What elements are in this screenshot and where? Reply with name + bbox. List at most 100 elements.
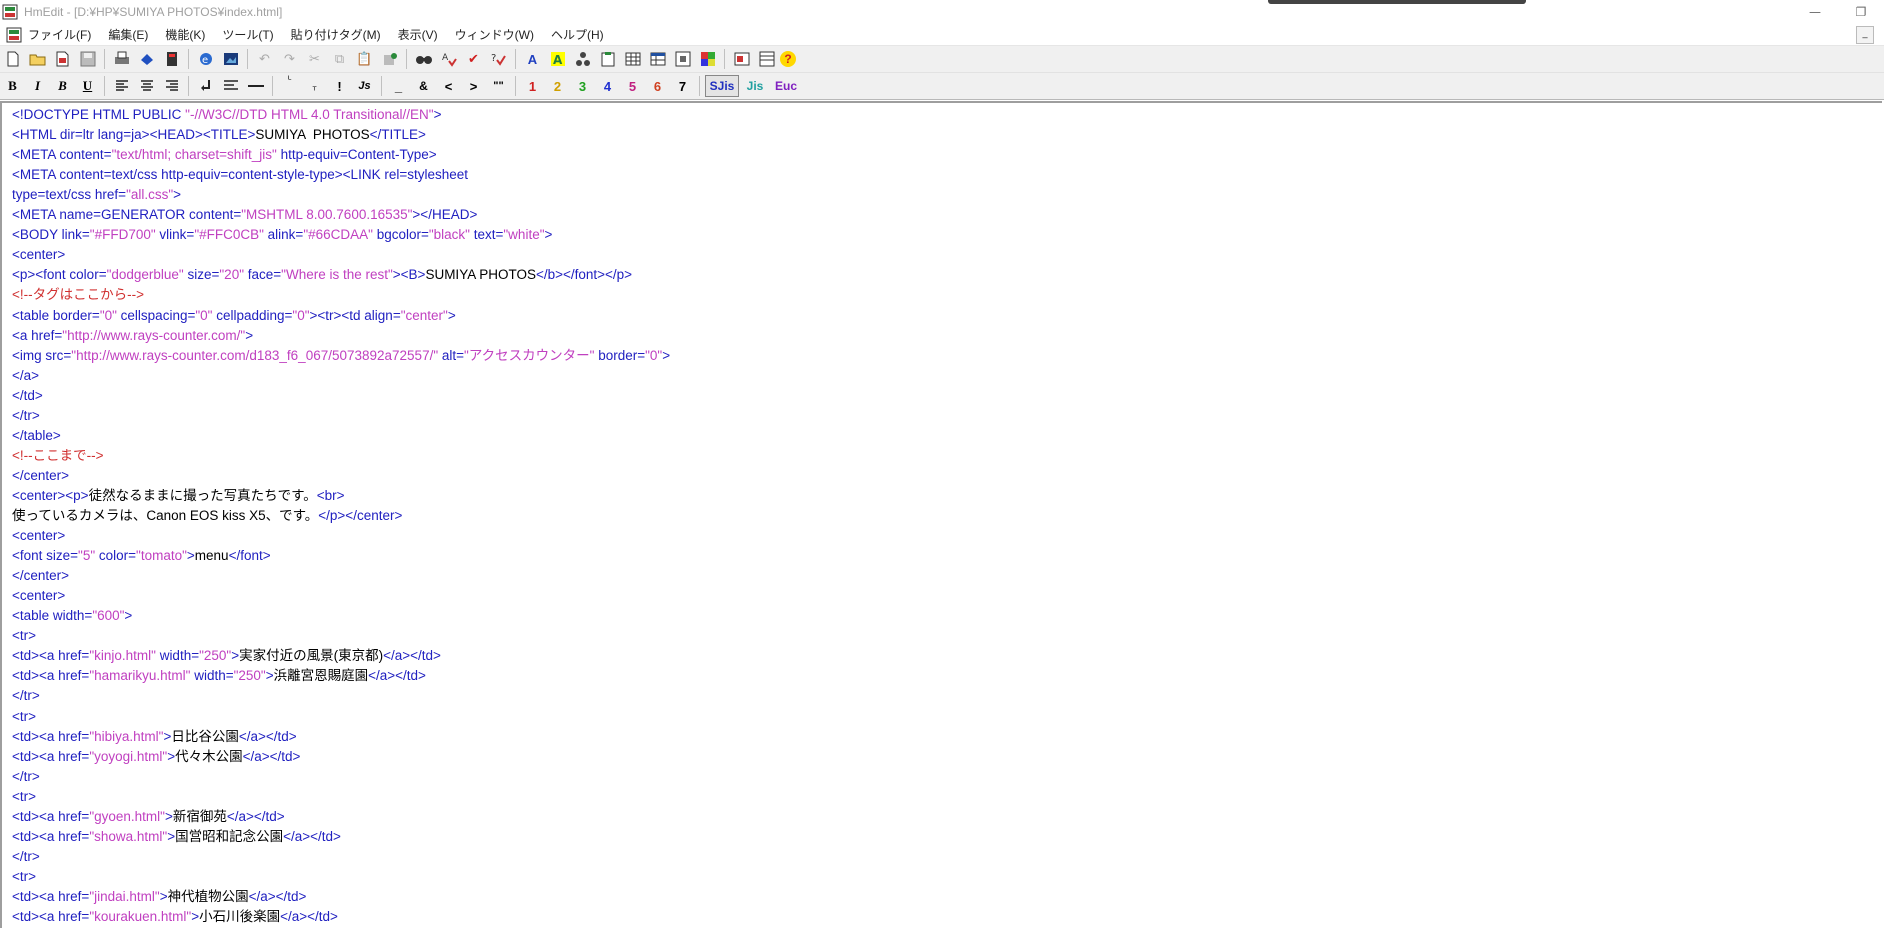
- calculator-icon[interactable]: [160, 48, 183, 70]
- code-line[interactable]: <center>: [12, 245, 65, 265]
- javascript-button[interactable]: Js: [353, 75, 376, 97]
- clipboard-icon[interactable]: [596, 48, 619, 70]
- highlight-icon[interactable]: A: [546, 48, 569, 70]
- code-line[interactable]: <td><a href="kourakuen.html">小石川後楽園</a><…: [12, 907, 338, 927]
- encoding-jis-button[interactable]: Jis: [741, 75, 769, 97]
- help-icon[interactable]: ?: [780, 51, 796, 67]
- code-line[interactable]: <tr>: [12, 626, 36, 646]
- code-line[interactable]: </tr>: [12, 767, 40, 787]
- find-icon[interactable]: [412, 48, 435, 70]
- superscript-icon[interactable]: ᴸ: [278, 75, 301, 97]
- gt-button[interactable]: >: [462, 75, 485, 97]
- comment-icon[interactable]: !: [328, 75, 351, 97]
- code-editor[interactable]: <!DOCTYPE HTML PUBLIC "-//W3C//DTD HTML …: [0, 101, 1882, 928]
- code-line[interactable]: </table>: [12, 426, 61, 446]
- paste-special-icon[interactable]: [378, 48, 401, 70]
- options-icon[interactable]: [730, 48, 753, 70]
- menu-view[interactable]: 表示(V): [398, 26, 438, 43]
- code-line[interactable]: <tr>: [12, 707, 36, 727]
- paste-icon[interactable]: 📋: [353, 48, 376, 70]
- menu-file[interactable]: ファイル(F): [28, 26, 91, 43]
- check-replace-icon[interactable]: ?: [487, 48, 510, 70]
- nbsp-button[interactable]: _: [387, 75, 410, 97]
- font-size-6-button[interactable]: 6: [646, 75, 669, 97]
- redo-icon[interactable]: ↷: [278, 48, 301, 70]
- menu-tools[interactable]: ツール(T): [222, 26, 273, 43]
- code-line[interactable]: <td><a href="jindai.html">神代植物公園</a></td…: [12, 887, 306, 907]
- code-line[interactable]: <center><p>徒然なるままに撮った写真たちです。<br>: [12, 486, 345, 506]
- copy-icon[interactable]: ⧉: [328, 48, 351, 70]
- code-line[interactable]: </tr>: [12, 847, 40, 867]
- code-line[interactable]: <td><a href="kinjo.html" width="250">実家付…: [12, 646, 441, 666]
- new-file-icon[interactable]: [1, 48, 24, 70]
- menu-window[interactable]: ウィンドウ(W): [455, 26, 534, 43]
- print-preview-icon[interactable]: [135, 48, 158, 70]
- font-size-1-button[interactable]: 1: [521, 75, 544, 97]
- save-icon[interactable]: [76, 48, 99, 70]
- underline-button[interactable]: U: [76, 75, 99, 97]
- code-line[interactable]: <td><a href="yoyogi.html">代々木公園</a></td>: [12, 747, 300, 767]
- code-line[interactable]: <!DOCTYPE HTML PUBLIC "-//W3C//DTD HTML …: [12, 105, 441, 125]
- code-line[interactable]: </td>: [12, 386, 43, 406]
- code-line[interactable]: <META content=text/css http-equiv=conten…: [12, 165, 468, 185]
- code-line[interactable]: <BODY link="#FFD700" vlink="#FFC0CB" ali…: [12, 225, 552, 245]
- code-line[interactable]: </center>: [12, 566, 69, 586]
- menu-paste-tag[interactable]: 貼り付けタグ(M): [291, 26, 381, 43]
- tag-tree-icon[interactable]: [571, 48, 594, 70]
- quot-button[interactable]: "": [487, 75, 510, 97]
- menu-help[interactable]: ヘルプ(H): [551, 26, 604, 43]
- browser-preview-icon[interactable]: e: [194, 48, 217, 70]
- open-folder-icon[interactable]: [26, 48, 49, 70]
- mdi-minimize-button[interactable]: _: [1856, 26, 1874, 44]
- code-line[interactable]: <tr>: [12, 867, 36, 887]
- bold-italic-button[interactable]: B: [51, 75, 74, 97]
- code-line[interactable]: <META content="text/html; charset=shift_…: [12, 145, 437, 165]
- code-line[interactable]: </a>: [12, 366, 39, 386]
- code-line[interactable]: <td><a href="gyoen.html">新宿御苑</a></td>: [12, 807, 285, 827]
- print-icon[interactable]: [110, 48, 133, 70]
- code-line[interactable]: </tr>: [12, 686, 40, 706]
- code-line[interactable]: <!--タグはここから-->: [12, 285, 144, 305]
- code-line[interactable]: <p><font color="dodgerblue" size="20" fa…: [12, 265, 632, 285]
- code-line[interactable]: <META name=GENERATOR content="MSHTML 8.0…: [12, 205, 477, 225]
- code-line[interactable]: <font size="5" color="tomato">menu</font…: [12, 546, 271, 566]
- code-line[interactable]: <img src="http://www.rays-counter.com/d1…: [12, 346, 670, 366]
- code-line[interactable]: <HTML dir=ltr lang=ja><HEAD><TITLE>SUMIY…: [12, 125, 426, 145]
- font-size-3-button[interactable]: 3: [571, 75, 594, 97]
- code-line[interactable]: </tr>: [12, 406, 40, 426]
- amp-button[interactable]: &: [412, 75, 435, 97]
- frame-icon[interactable]: [671, 48, 694, 70]
- code-line[interactable]: </center>: [12, 466, 69, 486]
- table-icon[interactable]: [621, 48, 644, 70]
- document-app-icon[interactable]: [6, 27, 22, 43]
- subscript-icon[interactable]: ᵀ: [303, 75, 326, 97]
- table-edit-icon[interactable]: [646, 48, 669, 70]
- font-size-7-button[interactable]: 7: [671, 75, 694, 97]
- align-center-icon[interactable]: [135, 75, 158, 97]
- code-line[interactable]: <table width="600">: [12, 606, 132, 626]
- font-size-5-button[interactable]: 5: [621, 75, 644, 97]
- check-icon[interactable]: ✔: [462, 48, 485, 70]
- undo-icon[interactable]: ↶: [253, 48, 276, 70]
- align-right-icon[interactable]: [160, 75, 183, 97]
- align-left-icon[interactable]: [110, 75, 133, 97]
- code-line[interactable]: <center>: [12, 586, 65, 606]
- image-viewer-icon[interactable]: [219, 48, 242, 70]
- font-color-icon[interactable]: A: [521, 48, 544, 70]
- code-line[interactable]: <td><a href="hamarikyu.html" width="250"…: [12, 666, 426, 686]
- code-line[interactable]: <table border="0" cellspacing="0" cellpa…: [12, 306, 456, 326]
- menu-edit[interactable]: 編集(E): [108, 26, 148, 43]
- italic-button[interactable]: I: [26, 75, 49, 97]
- encoding-euc-button[interactable]: Euc: [771, 75, 801, 97]
- lt-button[interactable]: <: [437, 75, 460, 97]
- code-line[interactable]: <td><a href="hibiya.html">日比谷公園</a></td>: [12, 727, 297, 747]
- horizontal-rule-icon[interactable]: [244, 75, 267, 97]
- code-line[interactable]: <td><a href="showa.html">国営昭和記念公園</a></t…: [12, 827, 341, 847]
- code-line[interactable]: 使っているカメラは、Canon EOS kiss X5、です。</p></cen…: [12, 506, 402, 526]
- font-size-2-button[interactable]: 2: [546, 75, 569, 97]
- code-line[interactable]: <tr>: [12, 787, 36, 807]
- paragraph-icon[interactable]: [219, 75, 242, 97]
- minimize-button[interactable]: —: [1792, 0, 1838, 24]
- cut-icon[interactable]: ✂: [303, 48, 326, 70]
- code-line[interactable]: type=text/css href="all.css">: [12, 185, 181, 205]
